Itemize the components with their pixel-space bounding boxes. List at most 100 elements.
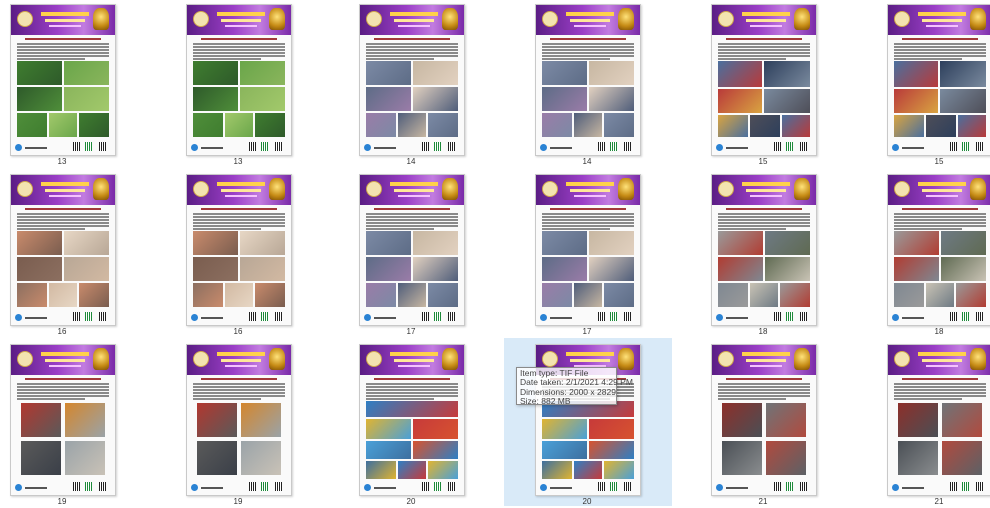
poster-text-line bbox=[894, 43, 986, 45]
poster-text-line bbox=[718, 228, 786, 230]
poster-photo bbox=[366, 401, 458, 417]
poster-text-line bbox=[193, 386, 285, 388]
poster-text-line bbox=[17, 386, 109, 388]
qr-code-icon bbox=[786, 312, 793, 321]
poster-headline bbox=[201, 38, 277, 40]
facebook-icon bbox=[15, 144, 22, 151]
poster-photo bbox=[366, 231, 411, 255]
file-tile[interactable]: 15 bbox=[882, 0, 990, 168]
file-tile[interactable]: 21 bbox=[882, 340, 990, 508]
file-tile[interactable]: 21 bbox=[706, 340, 882, 508]
file-tile[interactable]: 19 bbox=[181, 340, 357, 508]
file-name-label: 17 bbox=[582, 327, 592, 336]
banner-title-line bbox=[574, 195, 606, 197]
facebook-icon bbox=[191, 314, 198, 321]
poster-photo bbox=[64, 257, 109, 281]
qr-code-icon bbox=[976, 312, 983, 321]
logo-icon bbox=[894, 11, 910, 27]
footer-text-line bbox=[726, 147, 748, 149]
banner-title-line bbox=[225, 195, 257, 197]
poster-photo bbox=[718, 257, 763, 281]
banner-title-line bbox=[390, 352, 438, 356]
poster-photo bbox=[898, 403, 938, 437]
poster-photo bbox=[894, 61, 938, 87]
poster-text-line bbox=[718, 389, 810, 391]
poster-text-line bbox=[894, 386, 986, 388]
poster-photo bbox=[366, 419, 411, 439]
file-tile[interactable]: 13 bbox=[181, 0, 357, 168]
banner-title-line bbox=[926, 195, 958, 197]
emblem-icon bbox=[269, 348, 285, 370]
poster-headline bbox=[374, 378, 450, 380]
emblem-icon bbox=[442, 8, 458, 30]
qr-code-icon bbox=[422, 482, 429, 491]
poster-photo bbox=[542, 231, 587, 255]
poster-text-line bbox=[17, 228, 85, 230]
poster-photo bbox=[79, 113, 109, 137]
thumbnail-image bbox=[711, 4, 817, 156]
poster-banner bbox=[712, 345, 816, 375]
file-tile[interactable]: 14 bbox=[354, 0, 530, 168]
banner-title-line bbox=[49, 195, 81, 197]
poster-photo-collage bbox=[366, 231, 458, 309]
poster-photo-collage bbox=[17, 231, 109, 309]
poster-photo bbox=[240, 257, 285, 281]
file-tile[interactable]: 20 bbox=[504, 338, 672, 506]
thumbnail-image bbox=[535, 174, 641, 326]
file-tile[interactable]: 17 bbox=[530, 170, 706, 338]
qr-code-icon bbox=[85, 142, 92, 151]
file-tile[interactable]: 15 bbox=[706, 0, 882, 168]
poster-photo bbox=[718, 115, 748, 137]
qr-code-icon bbox=[434, 482, 441, 491]
banner-title-line bbox=[918, 12, 966, 16]
poster-footer bbox=[892, 142, 988, 152]
poster-photo bbox=[240, 231, 285, 255]
file-name-label: 16 bbox=[233, 327, 243, 336]
file-tile[interactable]: 18 bbox=[706, 170, 882, 338]
file-tile[interactable]: 14 bbox=[530, 0, 706, 168]
facebook-icon bbox=[892, 484, 899, 491]
file-tile[interactable]: 13 bbox=[5, 0, 181, 168]
poster-photo bbox=[604, 113, 634, 137]
poster-text-line bbox=[17, 49, 109, 51]
poster-photo bbox=[782, 115, 810, 137]
emblem-icon bbox=[794, 8, 810, 30]
file-tile[interactable]: 17 bbox=[354, 170, 530, 338]
poster-text-line bbox=[542, 43, 634, 45]
poster-footer bbox=[540, 142, 636, 152]
qr-code-icon bbox=[434, 312, 441, 321]
poster-footer bbox=[364, 312, 460, 322]
poster-photo bbox=[750, 115, 780, 137]
logo-icon bbox=[17, 181, 33, 197]
poster-text-line bbox=[366, 398, 434, 400]
poster-photo bbox=[898, 441, 938, 475]
poster-text-line bbox=[193, 395, 285, 397]
poster-text-line bbox=[193, 213, 285, 215]
poster-photo bbox=[255, 113, 285, 137]
file-name-label: 16 bbox=[57, 327, 67, 336]
poster-photo bbox=[17, 283, 47, 307]
file-tile[interactable]: 16 bbox=[181, 170, 357, 338]
file-name-label: 15 bbox=[758, 157, 768, 166]
poster-footer bbox=[191, 482, 287, 492]
file-tile[interactable]: 16 bbox=[5, 170, 181, 338]
banner-title-line bbox=[221, 189, 261, 192]
poster-photo bbox=[604, 283, 634, 307]
poster-text-line bbox=[894, 55, 986, 57]
poster-photo bbox=[193, 113, 223, 137]
facebook-icon bbox=[540, 484, 547, 491]
logo-icon bbox=[718, 351, 734, 367]
file-name-label: 20 bbox=[406, 497, 416, 506]
file-name-label: 13 bbox=[57, 157, 67, 166]
poster-text-line bbox=[718, 392, 810, 394]
file-tile[interactable]: 18 bbox=[882, 170, 990, 338]
qr-code-icon bbox=[610, 142, 617, 151]
footer-text-line bbox=[374, 317, 396, 319]
poster-text-line bbox=[718, 213, 810, 215]
footer-text-line bbox=[902, 147, 924, 149]
poster-photo bbox=[542, 283, 572, 307]
poster-text-line bbox=[193, 398, 261, 400]
file-tile[interactable]: 19 bbox=[5, 340, 181, 508]
poster-text-line bbox=[193, 225, 285, 227]
emblem-icon bbox=[970, 178, 986, 200]
